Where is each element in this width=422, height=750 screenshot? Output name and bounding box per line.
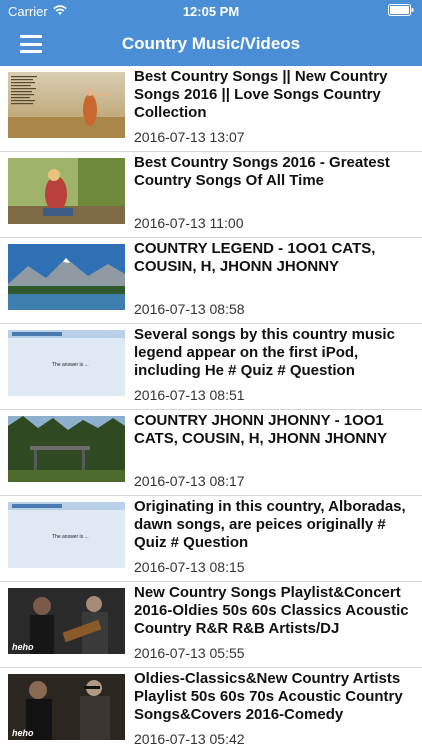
video-date: 2016-07-13 08:15 [134, 559, 245, 575]
video-date: 2016-07-13 08:58 [134, 301, 245, 317]
thumbnail-caption: The answer is ... [52, 362, 89, 368]
video-title: Best Country Songs 2016 - Greatest Count… [134, 154, 390, 189]
video-date: 2016-07-13 08:17 [134, 473, 245, 489]
status-left: Carrier [8, 4, 67, 19]
video-thumbnail: heho [8, 674, 125, 740]
thumbnail-caption: The answer is ... [52, 534, 89, 540]
video-title: Originating in this country, Alboradas, … [134, 498, 406, 551]
list-item[interactable]: COUNTRY JHONN JHONNY - 1OO1 CATS, COUSIN… [0, 410, 422, 496]
nav-title: Country Music/Videos [121, 34, 301, 53]
video-date: 2016-07-13 05:42 [134, 731, 245, 747]
video-date: 2016-07-13 08:51 [134, 387, 245, 403]
video-thumbnail: heho [8, 588, 125, 654]
video-title: COUNTRY JHONN JHONNY - 1OO1 CATS, COUSIN… [134, 412, 388, 447]
list-item[interactable]: Best Country Songs || New Country Songs … [0, 66, 422, 152]
video-date: 2016-07-13 13:07 [134, 129, 245, 145]
video-date: 2016-07-13 05:55 [134, 645, 245, 661]
wifi-icon [53, 4, 67, 19]
list-item[interactable]: heho Oldies-Classics&New Country Artists… [0, 668, 422, 750]
status-bar: Carrier 12:05 PM [0, 0, 422, 22]
list-item[interactable]: COUNTRY LEGEND - 1OO1 CATS, COUSIN, H, J… [0, 238, 422, 324]
list-item[interactable]: The answer is ... Originating in this co… [0, 496, 422, 582]
video-title: Several songs by this country music lege… [134, 326, 395, 379]
carrier-label: Carrier [8, 3, 48, 19]
video-title: Oldies-Classics&New Country Artists Play… [134, 670, 403, 723]
thumbnail-logo: heho [12, 728, 34, 738]
video-thumbnail [8, 244, 125, 310]
video-thumbnail [8, 158, 125, 224]
battery-icon [388, 3, 414, 19]
video-thumbnail: The answer is ... [8, 330, 125, 396]
list-item[interactable]: The answer is ... Several songs by this … [0, 324, 422, 410]
navigation-bar: Country Music/Videos [0, 22, 422, 66]
video-thumbnail: The answer is ... [8, 502, 125, 568]
video-date: 2016-07-13 11:00 [134, 215, 244, 231]
video-thumbnail [8, 72, 125, 138]
hamburger-menu-icon[interactable] [20, 35, 42, 53]
video-list[interactable]: Best Country Songs || New Country Songs … [0, 66, 422, 750]
status-right [388, 3, 414, 19]
video-title: Best Country Songs || New Country Songs … [134, 68, 388, 121]
video-title: New Country Songs Playlist&Concert 2016-… [134, 584, 409, 637]
video-thumbnail [8, 416, 125, 482]
video-title: COUNTRY LEGEND - 1OO1 CATS, COUSIN, H, J… [134, 240, 376, 275]
list-item[interactable]: Best Country Songs 2016 - Greatest Count… [0, 152, 422, 238]
list-item[interactable]: heho New Country Songs Playlist&Concert … [0, 582, 422, 668]
thumbnail-logo: heho [12, 642, 34, 652]
